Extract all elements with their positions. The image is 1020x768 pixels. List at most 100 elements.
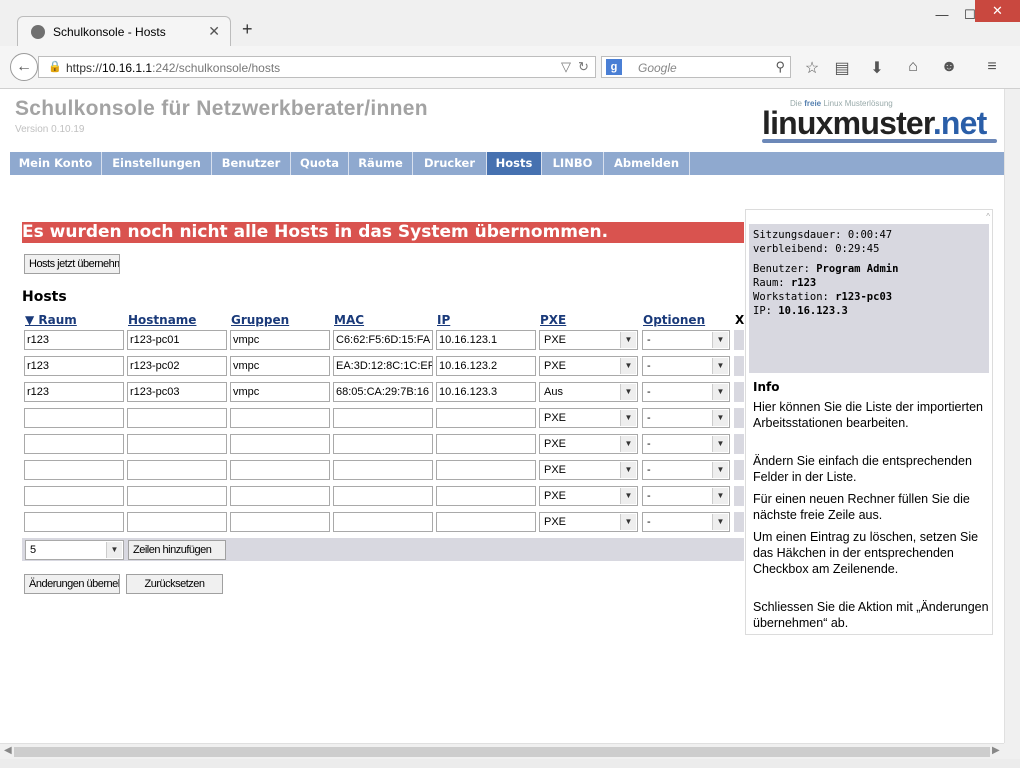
optionen-select[interactable]: - ▼ [642,512,730,532]
ip-field[interactable]: 10.16.123.3 [436,382,536,402]
scroll-left-icon[interactable]: ◀ [4,745,12,756]
optionen-select[interactable]: - ▼ [642,434,730,454]
col-ip-header[interactable]: IP [437,313,450,327]
pxe-select[interactable]: PXE ▼ [539,434,638,454]
dropdown-arrow-icon[interactable]: ▽ [561,59,571,75]
pxe-select[interactable]: PXE ▼ [539,512,638,532]
vertical-scrollbar[interactable] [1004,89,1020,743]
menu-item-quota[interactable]: Quota [291,152,349,175]
menu-item-hosts[interactable]: Hosts [487,152,542,175]
optionen-select[interactable]: - ▼ [642,460,730,480]
col-hostname-header[interactable]: Hostname [128,313,196,327]
ip-field[interactable] [436,512,536,532]
delete-checkbox-cell[interactable] [734,356,744,376]
menu-item-räume[interactable]: Räume [349,152,413,175]
optionen-select[interactable]: - ▼ [642,356,730,376]
ip-field[interactable]: 10.16.123.2 [436,356,536,376]
raum-field[interactable] [24,460,124,480]
hostname-field[interactable] [127,512,227,532]
delete-checkbox-cell[interactable] [734,460,744,480]
home-icon[interactable]: ⌂ [903,58,923,76]
browser-tab[interactable]: Schulkonsole - Hosts ✕ [17,16,231,46]
minimize-button[interactable]: — [928,6,956,24]
mac-field[interactable]: 68:05:CA:29:7B:16 [333,382,433,402]
optionen-select[interactable]: - ▼ [642,486,730,506]
ip-field[interactable]: 10.16.123.1 [436,330,536,350]
hamburger-menu-icon[interactable]: ≡ [982,58,1002,76]
import-hosts-button[interactable]: Hosts jetzt übernehmen [24,254,120,274]
menu-item-drucker[interactable]: Drucker [413,152,487,175]
pxe-select[interactable]: PXE ▼ [539,460,638,480]
add-rows-button[interactable]: Zeilen hinzufügen [128,540,226,560]
tab-close-icon[interactable]: ✕ [208,23,220,40]
delete-checkbox-cell[interactable] [734,408,744,428]
search-input[interactable]: g Google ⚲ [601,56,791,78]
hostname-field[interactable]: r123-pc01 [127,330,227,350]
raum-field[interactable] [24,486,124,506]
back-arrow-icon[interactable]: ← [10,53,38,81]
pxe-select[interactable]: Aus ▼ [539,382,638,402]
delete-checkbox-cell[interactable] [734,330,744,350]
chat-icon[interactable]: ☻ [939,58,959,76]
reading-list-icon[interactable]: ▤ [832,58,852,78]
close-window-button[interactable]: ✕ [975,0,1020,22]
delete-checkbox-cell[interactable] [734,382,744,402]
mac-field[interactable]: C6:62:F5:6D:15:FA [333,330,433,350]
scroll-right-icon[interactable]: ▶ [992,745,1000,756]
gruppen-field[interactable] [230,512,330,532]
mac-field[interactable] [333,512,433,532]
gruppen-field[interactable] [230,460,330,480]
mac-field[interactable] [333,460,433,480]
mac-field[interactable] [333,434,433,454]
hostname-field[interactable] [127,486,227,506]
menu-item-linbo[interactable]: LINBO [542,152,604,175]
raum-field[interactable]: r123 [24,330,124,350]
reload-icon[interactable]: ↻ [578,59,589,75]
ip-field[interactable] [436,486,536,506]
add-count-select[interactable]: 5 ▼ [25,540,124,560]
gruppen-field[interactable] [230,434,330,454]
pxe-select[interactable]: PXE ▼ [539,408,638,428]
reset-button[interactable]: Zurücksetzen [126,574,223,594]
horizontal-scrollbar[interactable]: ◀ ▶ [0,743,1004,760]
raum-field[interactable]: r123 [24,356,124,376]
col-gruppen-header[interactable]: Gruppen [231,313,289,327]
gruppen-field[interactable]: vmpc [230,356,330,376]
optionen-select[interactable]: - ▼ [642,408,730,428]
delete-checkbox-cell[interactable] [734,434,744,454]
raum-field[interactable] [24,434,124,454]
optionen-select[interactable]: - ▼ [642,330,730,350]
hostname-field[interactable]: r123-pc02 [127,356,227,376]
mac-field[interactable] [333,486,433,506]
mac-field[interactable]: EA:3D:12:8C:1C:EF [333,356,433,376]
raum-field[interactable]: r123 [24,382,124,402]
col-raum-header[interactable]: ▼ Raum [25,313,77,327]
menu-item-abmelden[interactable]: Abmelden [604,152,690,175]
star-icon[interactable]: ☆ [802,58,822,78]
download-icon[interactable]: ⬇ [867,58,887,78]
delete-checkbox-cell[interactable] [734,486,744,506]
mac-field[interactable] [333,408,433,428]
hostname-field[interactable] [127,434,227,454]
new-tab-icon[interactable]: + [242,20,253,38]
gruppen-field[interactable] [230,486,330,506]
ip-field[interactable] [436,408,536,428]
hostname-field[interactable] [127,408,227,428]
gruppen-field[interactable] [230,408,330,428]
menu-item-mein-konto[interactable]: Mein Konto [10,152,102,175]
search-icon[interactable]: ⚲ [775,59,785,75]
menu-item-einstellungen[interactable]: Einstellungen [102,152,212,175]
gruppen-field[interactable]: vmpc [230,330,330,350]
raum-field[interactable] [24,512,124,532]
gruppen-field[interactable]: vmpc [230,382,330,402]
pxe-select[interactable]: PXE ▼ [539,330,638,350]
delete-checkbox-cell[interactable] [734,512,744,532]
ip-field[interactable] [436,434,536,454]
pxe-select[interactable]: PXE ▼ [539,356,638,376]
raum-field[interactable] [24,408,124,428]
scrollbar-thumb[interactable] [14,747,990,757]
col-pxe-header[interactable]: PXE [540,313,566,327]
col-mac-header[interactable]: MAC [334,313,364,327]
optionen-select[interactable]: - ▼ [642,382,730,402]
hostname-field[interactable]: r123-pc03 [127,382,227,402]
